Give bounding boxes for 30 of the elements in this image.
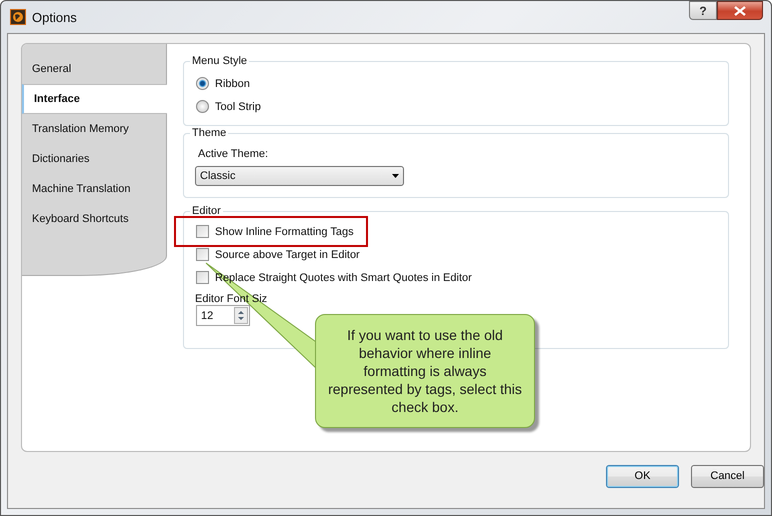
close-icon — [734, 6, 746, 16]
radio-button[interactable] — [196, 77, 209, 90]
sidebar-tab[interactable]: Interface — [22, 84, 167, 114]
sidebar-tab[interactable]: Translation Memory — [22, 114, 166, 144]
spinner-arrows-icon — [234, 307, 248, 324]
group-title: Theme — [190, 127, 228, 139]
sidebar-tab[interactable]: Keyboard Shortcuts — [22, 204, 166, 234]
font-size-field[interactable]: 12 — [196, 305, 250, 326]
radio-button[interactable] — [196, 100, 209, 113]
sidebar-tab[interactable]: Machine Translation — [22, 174, 166, 204]
sidebar-tab[interactable]: Dictionaries — [22, 144, 166, 174]
app-icon — [10, 9, 26, 25]
checkbox-label: Show Inline Formatting Tags — [215, 226, 354, 238]
group-title: Menu Style — [190, 55, 250, 67]
theme-dropdown[interactable]: Classic — [195, 166, 404, 186]
dialog-button[interactable]: Cancel — [691, 464, 764, 488]
option-label: Tool Strip — [215, 100, 261, 112]
help-button[interactable]: ? — [689, 1, 717, 20]
window-title: Options — [32, 10, 78, 24]
checkbox[interactable] — [196, 271, 209, 284]
checkbox-label: Source above Target in Editor — [215, 248, 360, 260]
sidebar-tab[interactable]: General — [22, 54, 166, 84]
caret-icon — [392, 174, 399, 178]
option-label: Ribbon — [215, 78, 250, 90]
group-title: Editor — [190, 205, 223, 217]
field-label: Active Theme: — [197, 148, 270, 160]
checkbox[interactable] — [196, 248, 209, 261]
checkbox[interactable] — [196, 225, 209, 238]
dialog-button[interactable]: OK — [606, 464, 679, 488]
close-button[interactable] — [717, 1, 763, 20]
